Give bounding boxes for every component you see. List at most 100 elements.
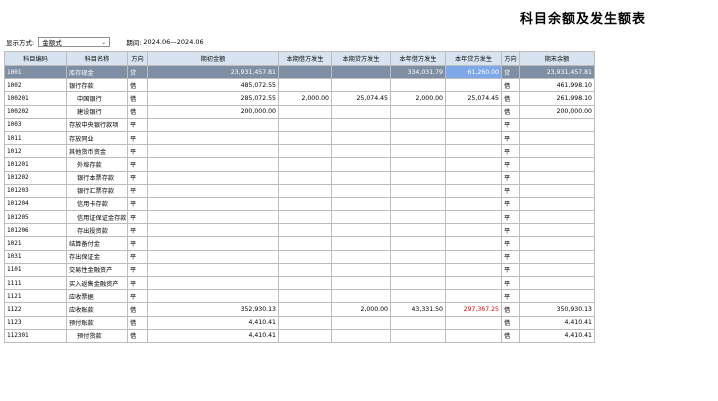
col-header-closing[interactable]: 期末余额 — [519, 51, 595, 66]
cell-year-credit: 297,367.25 — [445, 302, 502, 317]
cell-year-debit: 43,331.50 — [390, 302, 446, 317]
cell-opening: 485,072.55 — [147, 78, 279, 93]
cell-direction: 平 — [127, 157, 148, 172]
display-mode-select[interactable]: 金额式 ⌄ — [38, 37, 111, 47]
table-row[interactable]: 1012 其他货币资金平平 — [4, 144, 595, 159]
cell-direction: 借 — [127, 302, 148, 317]
cell-code: 100201 — [4, 91, 67, 106]
table-row[interactable]: 1021 结算备付金平平 — [4, 236, 595, 251]
col-header-closing-direction[interactable]: 方向 — [501, 51, 520, 66]
cell-closing-direction: 平 — [501, 117, 520, 132]
cell-current-credit — [331, 249, 391, 264]
cell-name: 建设银行 — [66, 104, 128, 119]
table-row[interactable]: 1101 交易性金融资产平平 — [4, 262, 595, 278]
col-header-current-debit[interactable]: 本期借方发生 — [278, 51, 332, 66]
cell-closing: 4,410.41 — [519, 315, 595, 330]
cell-year-credit — [445, 223, 502, 238]
table-row[interactable]: 101206 存出投资款平平 — [4, 223, 595, 238]
report-title: 科目余额及发生额表 — [520, 12, 647, 27]
cell-year-debit — [390, 289, 446, 304]
cell-closing-direction: 平 — [501, 289, 520, 304]
table-row[interactable]: 1003 存放中央银行款项平平 — [4, 117, 595, 132]
cell-closing-direction: 平 — [501, 236, 520, 251]
table-row[interactable]: 1121 应收票据平平 — [4, 289, 595, 304]
cell-opening — [147, 157, 279, 172]
table-row[interactable]: 1002 银行存款借 485,072.55 借 461,998.10 — [4, 78, 595, 93]
cell-closing — [519, 223, 595, 238]
cell-current-credit — [331, 196, 391, 212]
table-row[interactable]: 101202 银行本票存款平平 — [4, 170, 595, 185]
cell-closing — [519, 170, 595, 185]
cell-opening — [147, 196, 279, 212]
cell-year-credit — [445, 236, 502, 251]
col-header-name[interactable]: 科目名称 — [66, 51, 128, 66]
cell-closing-direction: 平 — [501, 210, 520, 225]
col-header-opening[interactable]: 期初金额 — [147, 51, 279, 66]
cell-closing-direction: 借 — [501, 328, 520, 343]
cell-name: 交易性金融资产 — [66, 262, 128, 278]
cell-closing: 261,998.10 — [519, 91, 595, 106]
cell-closing-direction: 平 — [501, 262, 520, 278]
table-row[interactable]: 1001 库存现金贷 23,931,457.81 334,031.79 61,260.0… — [4, 64, 595, 80]
table-row[interactable]: 101201 外埠存款平平 — [4, 157, 595, 172]
cell-opening — [147, 223, 279, 238]
cell-current-debit — [278, 275, 332, 291]
cell-opening — [147, 210, 279, 225]
cell-year-credit — [445, 144, 502, 159]
cell-current-debit — [278, 117, 332, 132]
cell-closing-direction: 平 — [501, 183, 520, 198]
cell-closing — [519, 236, 595, 251]
cell-current-debit — [278, 144, 332, 159]
table-row[interactable]: 1122 应收账款借 352,930.13 2,000.00 43,331.50 297,… — [4, 302, 595, 317]
cell-direction: 平 — [127, 210, 148, 225]
cell-current-credit — [331, 289, 391, 304]
cell-year-debit: 334,031.79 — [390, 64, 446, 80]
cell-name: 外埠存款 — [66, 157, 128, 172]
cell-closing — [519, 249, 595, 264]
cell-current-debit — [278, 196, 332, 212]
col-header-direction[interactable]: 方向 — [127, 51, 148, 66]
col-header-year-debit[interactable]: 本年借方发生 — [390, 51, 446, 66]
cell-closing-direction: 借 — [501, 78, 520, 93]
cell-year-debit — [390, 236, 446, 251]
cell-opening — [147, 262, 279, 278]
table-row[interactable]: 112301 预付货款借 4,410.41 借 4,410.41 — [4, 328, 595, 343]
cell-year-debit — [390, 262, 446, 278]
table-row[interactable]: 1111 买入返售金融资产平平 — [4, 275, 595, 291]
cell-year-credit — [445, 196, 502, 212]
col-header-current-credit[interactable]: 本期贷方发生 — [331, 51, 391, 66]
cell-current-credit — [331, 275, 391, 291]
table-row[interactable]: 100201 中国银行借 285,072.55 2,000.00 25,074.45 2,… — [4, 91, 595, 106]
table-row[interactable]: 1011 存放同业平平 — [4, 130, 595, 146]
table-row[interactable]: 1031 存出保证金平平 — [4, 249, 595, 264]
cell-code: 101202 — [4, 170, 67, 185]
cell-closing — [519, 210, 595, 225]
cell-name: 存出保证金 — [66, 249, 128, 264]
cell-year-credit — [445, 78, 502, 93]
cell-year-debit — [390, 275, 446, 291]
cell-closing — [519, 196, 595, 212]
cell-year-debit — [390, 328, 446, 343]
table-row[interactable]: 101205 信用证保证金存款平平 — [4, 210, 595, 225]
col-header-code[interactable]: 科目编码 — [4, 51, 67, 66]
cell-year-debit — [390, 144, 446, 159]
table-row[interactable]: 101204 信用卡存款平平 — [4, 196, 595, 212]
cell-current-debit — [278, 78, 332, 93]
cell-code: 1003 — [4, 117, 67, 132]
table-row[interactable]: 101203 银行汇票存款平平 — [4, 183, 595, 198]
cell-opening — [147, 170, 279, 185]
cell-current-credit — [331, 328, 391, 343]
col-header-year-credit[interactable]: 本年贷方发生 — [445, 51, 502, 66]
table-row[interactable]: 100202 建设银行借 200,000.00 借 200,000.00 — [4, 104, 595, 119]
cell-current-debit — [278, 64, 332, 80]
cell-current-debit — [278, 302, 332, 317]
cell-closing — [519, 183, 595, 198]
cell-current-credit — [331, 64, 391, 80]
table-row[interactable]: 1123 预付账款借 4,410.41 借 4,410.41 — [4, 315, 595, 330]
cell-direction: 平 — [127, 117, 148, 132]
cell-opening — [147, 117, 279, 132]
cell-name: 信用卡存款 — [66, 196, 128, 212]
cell-closing — [519, 144, 595, 159]
cell-name: 存出投资款 — [66, 223, 128, 238]
cell-year-debit: 2,000.00 — [390, 91, 446, 106]
